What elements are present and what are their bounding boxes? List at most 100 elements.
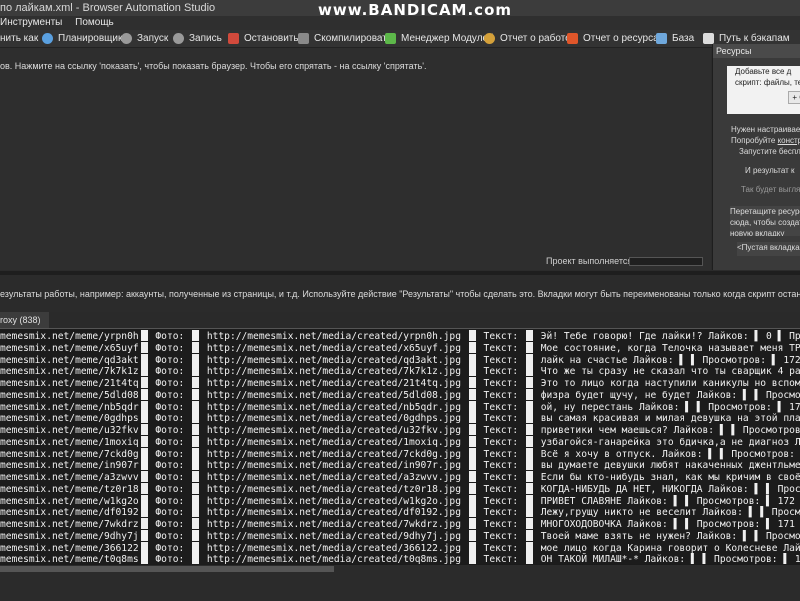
log-photo-url: http://memesmix.net/media/created/yrpn0h… — [201, 331, 467, 342]
log-photo-label: Фото: — [150, 543, 190, 554]
save-as-button[interactable]: нить как — [0, 30, 38, 47]
log-url: memesmix.net/meme/366122 — [0, 543, 139, 554]
log-photo-label: Фото: — [150, 449, 190, 460]
separator-block — [469, 424, 476, 435]
log-text: приветики чем маешься? — [535, 425, 668, 436]
log-url: memesmix.net/meme/7ckd0g — [0, 449, 139, 460]
puzzle-icon — [385, 33, 396, 44]
separator-block — [192, 530, 199, 541]
add-resources-box: Добавьте все д скрипт: файлы, тексто + С — [727, 66, 800, 114]
results-log: memesmix.net/meme/yrpn0h Фото: http://me… — [0, 329, 800, 564]
empty-tab[interactable]: <Пустая вкладка> — [737, 242, 800, 256]
log-photo-url: http://memesmix.net/media/created/7k7k1z… — [201, 366, 467, 377]
separator-block — [141, 518, 148, 529]
separator-block — [141, 342, 148, 353]
separator-block — [141, 389, 148, 400]
log-text-label: Текст: — [478, 378, 524, 389]
menu-help[interactable]: Помощь — [75, 17, 114, 28]
drop-zone[interactable]: Перетащите ресурс сюда, чтобы создат нов… — [730, 206, 800, 236]
separator-block — [141, 459, 148, 470]
resources-report-button[interactable]: Отчет о ресурсах — [567, 30, 664, 47]
separator-block — [192, 553, 199, 564]
separator-block — [526, 354, 533, 365]
log-text: лайк на счастье — [535, 355, 627, 366]
drop-text-2: сюда, чтобы создат — [730, 217, 800, 228]
separator-block — [469, 483, 476, 494]
separator-block — [469, 518, 476, 529]
separator-block — [526, 377, 533, 388]
need-setup-text: Нужен настраивае — [731, 124, 800, 135]
separator-block — [469, 365, 476, 376]
separator-block — [192, 459, 199, 470]
log-text-label: Текст: — [478, 343, 524, 354]
log-text: ой, ну перестань — [535, 402, 633, 413]
record-button[interactable]: Запись — [173, 30, 222, 47]
log-tail: Лайков: ▌ ▌ Просмотров — [697, 507, 800, 518]
scheduler-button[interactable]: Планировщик — [42, 30, 122, 47]
log-url: memesmix.net/meme/w1kg2o — [0, 496, 139, 507]
log-text-label: Текст: — [478, 484, 524, 495]
work-report-button[interactable]: Отчет о работе — [484, 30, 571, 47]
add-resources-text-2: скрипт: файлы, тексто — [735, 77, 800, 88]
log-text: ПРИВЕТ СЛАВЯНЕ — [535, 496, 622, 507]
log-url: memesmix.net/meme/9dhy7j — [0, 531, 139, 542]
separator-block — [192, 424, 199, 435]
log-url: memesmix.net/meme/df0192 — [0, 507, 139, 518]
horizontal-scrollbar[interactable] — [0, 566, 334, 572]
separator-block — [526, 530, 533, 541]
log-photo-label: Фото: — [150, 366, 190, 377]
tab-proxy[interactable]: roxy (838) — [0, 312, 49, 328]
log-url: memesmix.net/meme/5dld08 — [0, 390, 139, 401]
add-resource-button[interactable]: + С — [788, 91, 800, 104]
separator-block — [469, 377, 476, 388]
log-text: физра будет щучу, не будет — [535, 390, 691, 401]
log-url: memesmix.net/meme/yrpn0h — [0, 331, 139, 342]
module-manager-button[interactable]: Менеджер Модулей — [385, 30, 494, 47]
separator-block — [526, 518, 533, 529]
log-photo-label: Фото: — [150, 355, 190, 366]
separator-block — [469, 459, 476, 470]
log-text-label: Текст: — [478, 331, 524, 342]
menu-tools[interactable]: Инструменты — [0, 17, 62, 28]
log-url: memesmix.net/meme/21t4tq — [0, 378, 139, 389]
browser-area: ов. Нажмите на ссылку 'показать', чтобы … — [0, 48, 711, 270]
browser-hint: ов. Нажмите на ссылку 'показать', чтобы … — [0, 61, 427, 71]
log-text: Что же ты сразу не сказал что ты сварщик… — [535, 366, 800, 377]
compile-button[interactable]: Скомпилировать — [298, 30, 392, 47]
splitter[interactable] — [0, 271, 800, 275]
separator-block — [526, 483, 533, 494]
separator-block — [526, 542, 533, 553]
separator-block — [141, 424, 148, 435]
log-photo-label: Фото: — [150, 413, 190, 424]
log-text: вы думаете девушки любят накаченных джен… — [535, 460, 800, 471]
separator-block — [192, 448, 199, 459]
log-text-label: Текст: — [478, 366, 524, 377]
log-photo-label: Фото: — [150, 378, 190, 389]
log-photo-label: Фото: — [150, 554, 190, 564]
log-text: Эй! Тебе говорю! Где лайки!? — [535, 331, 703, 342]
separator-block — [192, 401, 199, 412]
log-text-label: Текст: — [478, 413, 524, 424]
log-text: Если бы кто-нибудь знал, как мы кричим в… — [535, 472, 800, 483]
log-photo-url: http://memesmix.net/media/created/u32fkv… — [201, 425, 467, 436]
log-tail: Лайков: ▌ ▌ Просмотров: — [691, 531, 800, 542]
log-photo-label: Фото: — [150, 390, 190, 401]
log-text-label: Текст: — [478, 519, 524, 530]
report-icon — [484, 33, 495, 44]
clock-icon — [42, 33, 53, 44]
run-button[interactable]: Запуск — [121, 30, 168, 47]
constructor-link[interactable]: констр — [778, 136, 800, 145]
resources-report-icon — [567, 33, 578, 44]
separator-block — [526, 330, 533, 341]
log-photo-label: Фото: — [150, 402, 190, 413]
log-line: memesmix.net/meme/t0q8ms Фото: http://me… — [0, 553, 800, 564]
separator-block — [469, 342, 476, 353]
log-text: узбагойся-ганарейка это бдичка,а не диаг… — [535, 437, 789, 448]
log-url: memesmix.net/meme/7k7k1z — [0, 366, 139, 377]
database-button[interactable]: База — [656, 30, 694, 47]
log-text-label: Текст: — [478, 390, 524, 401]
log-photo-url: http://memesmix.net/media/created/nb5qdr… — [201, 402, 467, 413]
separator-block — [526, 495, 533, 506]
stop-button[interactable]: Остановить — [228, 30, 299, 47]
log-photo-label: Фото: — [150, 484, 190, 495]
